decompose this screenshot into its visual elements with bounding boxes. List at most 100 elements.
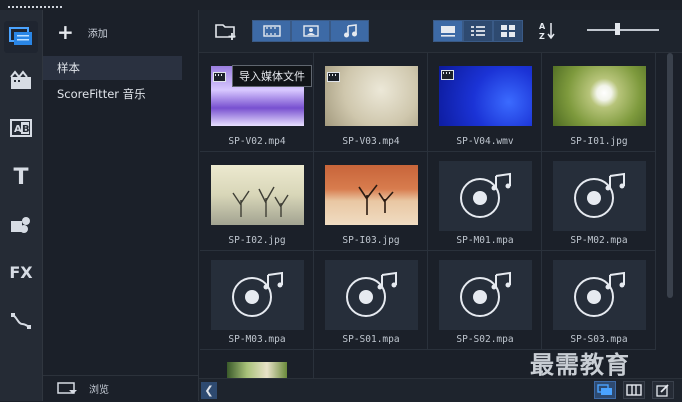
media-filename: SP-I01.jpg xyxy=(570,136,628,147)
video-badge-icon xyxy=(327,72,340,82)
browse-label: 浏览 xyxy=(89,385,109,396)
transition-icon[interactable]: AB xyxy=(0,109,42,147)
panel-layout-button[interactable] xyxy=(623,381,645,399)
thumbnail-view-icon xyxy=(441,26,455,37)
svg-text:B: B xyxy=(22,124,30,135)
bottom-bar: ❮ xyxy=(199,378,682,402)
media-item[interactable]: SP-S03.mpa xyxy=(542,251,656,350)
media-icon[interactable] xyxy=(0,18,42,56)
media-filename: SP-M03.mpa xyxy=(228,334,286,345)
import-tooltip: 导入媒体文件 xyxy=(232,65,312,87)
media-filename: SP-V04.wmv xyxy=(456,136,514,147)
library-view-button[interactable] xyxy=(594,381,616,399)
media-filename: SP-S02.mpa xyxy=(456,334,514,345)
show-videos-toggle[interactable] xyxy=(252,20,291,42)
graphic-icon[interactable] xyxy=(0,206,42,244)
list-view-button[interactable] xyxy=(463,20,493,42)
show-audio-toggle[interactable] xyxy=(330,20,369,42)
media-filename: SP-I03.jpg xyxy=(342,235,400,246)
audio-thumbnail xyxy=(553,260,646,330)
import-media-button[interactable] xyxy=(213,20,239,42)
audio-disc-icon xyxy=(573,172,625,218)
media-thumbnail xyxy=(211,165,304,225)
scrollbar-thumb[interactable] xyxy=(667,53,673,298)
media-thumbnail xyxy=(227,362,287,378)
fx-icon[interactable]: FX xyxy=(0,253,42,291)
video-badge-icon xyxy=(213,72,226,82)
browse-icon xyxy=(57,381,77,394)
media-item[interactable]: SP-M03.mpa xyxy=(200,251,314,350)
browse-button[interactable]: 浏览 xyxy=(43,375,198,401)
sort-button[interactable]: AZ xyxy=(536,20,558,42)
media-filename: SP-M02.mpa xyxy=(570,235,628,246)
media-filename: SP-I02.jpg xyxy=(228,235,286,246)
edit-button[interactable] xyxy=(652,381,674,399)
folder-item-scorefitter[interactable]: ScoreFitter 音乐 xyxy=(43,82,198,106)
audio-disc-icon xyxy=(459,172,511,218)
media-item[interactable]: SP-V03.mp4 xyxy=(314,53,428,152)
media-thumbnail xyxy=(553,66,646,126)
svg-text:Z: Z xyxy=(539,32,545,41)
svg-text:A: A xyxy=(539,22,546,31)
grid-view-button[interactable] xyxy=(493,20,523,42)
chevron-left-icon: ❮ xyxy=(204,384,214,397)
add-label: 添加 xyxy=(87,28,108,40)
audio-thumbnail xyxy=(325,260,418,330)
photo-icon xyxy=(302,25,319,37)
media-filename: SP-S01.mpa xyxy=(342,334,400,345)
slider-handle[interactable] xyxy=(615,23,620,35)
media-item[interactable]: SP-I02.jpg xyxy=(200,152,314,251)
media-item[interactable]: SP-S02.mpa xyxy=(428,251,542,350)
svg-text:A: A xyxy=(14,124,22,135)
media-filename: SP-V02.mp4 xyxy=(228,136,286,147)
music-note-icon xyxy=(343,24,357,38)
media-filename: SP-M01.mpa xyxy=(456,235,514,246)
grid-view-icon xyxy=(501,25,515,37)
audio-disc-icon xyxy=(231,271,283,317)
media-item[interactable]: SP-S01.mpa xyxy=(314,251,428,350)
sort-az-icon: AZ xyxy=(539,22,555,41)
plus-icon: + xyxy=(57,20,74,44)
list-view-icon xyxy=(471,26,485,36)
audio-thumbnail xyxy=(553,161,646,231)
tool-sidebar: AB T FX xyxy=(0,10,43,401)
panel-layout-icon xyxy=(626,384,642,396)
media-item[interactable] xyxy=(200,350,314,378)
folder-add-icon xyxy=(215,24,236,40)
media-library-icon xyxy=(597,384,612,395)
video-badge-icon xyxy=(441,70,454,80)
collapse-panel-button[interactable]: ❮ xyxy=(201,382,217,399)
folder-list: 样本 ScoreFitter 音乐 xyxy=(43,56,198,108)
show-photos-toggle[interactable] xyxy=(291,20,330,42)
audio-thumbnail xyxy=(439,161,532,231)
media-filename: SP-V03.mp4 xyxy=(342,136,400,147)
instant-project-icon[interactable] xyxy=(0,62,42,100)
thumbnail-size-slider[interactable] xyxy=(587,23,659,35)
title-icon[interactable]: T xyxy=(0,158,42,196)
folder-item-samples[interactable]: 样本 xyxy=(43,56,182,80)
edit-icon xyxy=(656,384,669,397)
grid-scrollbar[interactable] xyxy=(665,53,675,378)
add-folder-button[interactable]: + 添加 xyxy=(57,20,108,44)
media-item[interactable]: SP-I03.jpg xyxy=(314,152,428,251)
watermark: 最需教育 xyxy=(530,351,630,379)
audio-disc-icon xyxy=(459,271,511,317)
library-panel: + 添加 样本 ScoreFitter 音乐 浏览 xyxy=(43,10,199,401)
media-item[interactable]: SP-V04.wmv xyxy=(428,53,542,152)
title-strip xyxy=(0,0,682,10)
film-icon xyxy=(262,25,281,37)
audio-thumbnail xyxy=(211,260,304,330)
path-icon[interactable] xyxy=(0,302,42,340)
library-toolbar: AZ xyxy=(199,10,682,53)
media-item[interactable]: SP-M02.mpa xyxy=(542,152,656,251)
audio-disc-icon xyxy=(345,271,397,317)
grip-dots[interactable] xyxy=(8,6,64,8)
media-item[interactable]: SP-I01.jpg xyxy=(542,53,656,152)
media-thumbnail xyxy=(325,165,418,225)
thumbnail-view-button[interactable] xyxy=(433,20,463,42)
audio-thumbnail xyxy=(439,260,532,330)
media-filename: SP-S03.mpa xyxy=(570,334,628,345)
audio-disc-icon xyxy=(573,271,625,317)
media-item[interactable]: SP-M01.mpa xyxy=(428,152,542,251)
media-grid: SP-V02.mp4 SP-V03.mp4 SP-V04.wmv SP-I01.… xyxy=(200,53,658,378)
